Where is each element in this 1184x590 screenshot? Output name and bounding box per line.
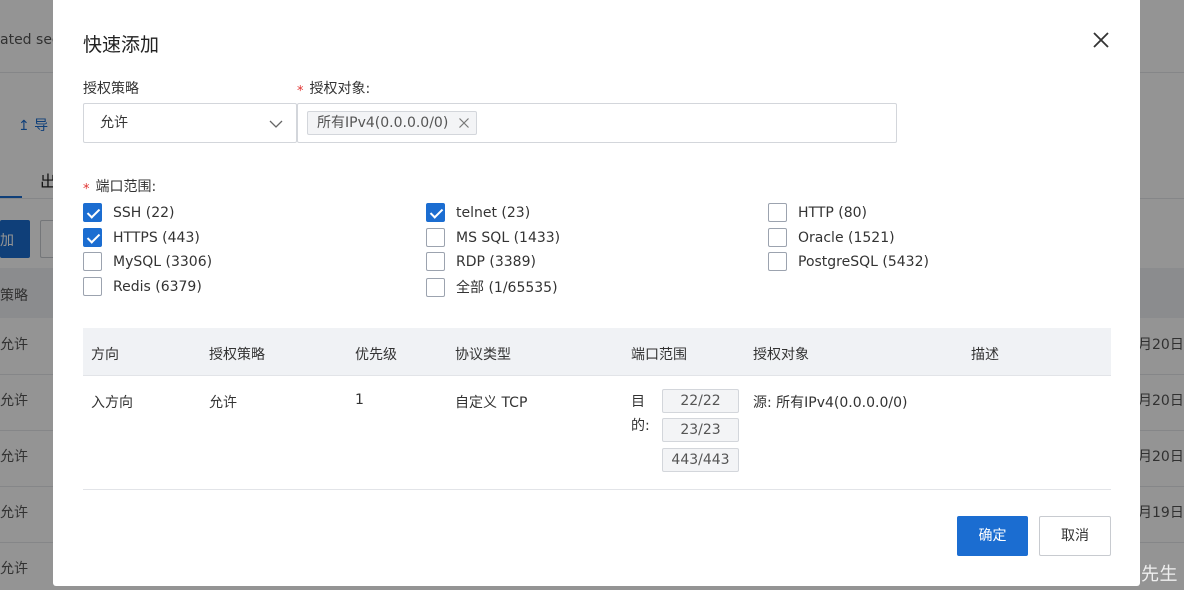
checkbox-box[interactable] xyxy=(768,203,787,222)
col-policy: 授权策略 xyxy=(209,347,265,363)
required-mark: * xyxy=(83,182,90,197)
cell-target: 源: 所有IPv4(0.0.0.0/0) xyxy=(753,395,908,411)
col-port-range: 端口范围 xyxy=(631,347,687,363)
port-checkbox-postgresql[interactable]: PostgreSQL (5432) xyxy=(768,252,929,271)
table-header: 方向 授权策略 优先级 协议类型 端口范围 授权对象 描述 xyxy=(83,328,1111,376)
policy-select-value: 允许 xyxy=(100,115,128,131)
quick-add-dialog: 快速添加 授权策略 * 授权对象: 允许 所有IPv4(0.0.0.0/0) * 端… xyxy=(53,0,1140,586)
port-checkbox-rdp[interactable]: RDP (3389) xyxy=(426,252,536,271)
checkbox-box[interactable] xyxy=(768,228,787,247)
cell-direction: 入方向 xyxy=(91,395,133,411)
checkbox-box[interactable] xyxy=(426,277,445,297)
checkbox-box[interactable] xyxy=(426,252,445,271)
tag-remove-icon[interactable] xyxy=(458,117,470,129)
port-checkbox-telnet[interactable]: telnet (23) xyxy=(426,203,530,222)
port-checkbox-ssh[interactable]: SSH (22) xyxy=(83,203,175,222)
cancel-button[interactable]: 取消 xyxy=(1039,516,1111,556)
col-direction: 方向 xyxy=(91,347,119,363)
close-icon[interactable] xyxy=(1089,28,1113,52)
cell-protocol: 自定义 TCP xyxy=(455,395,528,411)
port-checkbox-redis[interactable]: Redis (6379) xyxy=(83,277,202,296)
cell-priority: 1 xyxy=(355,392,364,408)
checkbox-box[interactable] xyxy=(83,203,102,222)
col-priority: 优先级 xyxy=(355,347,397,363)
dialog-title: 快速添加 xyxy=(83,34,160,56)
port-checkbox-mssql[interactable]: MS SQL (1433) xyxy=(426,228,560,247)
required-mark: * xyxy=(297,84,304,99)
port-checkbox-mysql[interactable]: MySQL (3306) xyxy=(83,252,212,271)
col-protocol: 协议类型 xyxy=(455,347,511,363)
port-range-tag: 23/23 xyxy=(662,418,739,442)
port-checkbox-oracle[interactable]: Oracle (1521) xyxy=(768,228,895,247)
rules-table: 方向 授权策略 优先级 协议类型 端口范围 授权对象 描述 入方向 允许 1 自… xyxy=(83,328,1111,490)
checkbox-box[interactable] xyxy=(83,277,102,296)
col-target: 授权对象 xyxy=(753,347,809,363)
checkbox-box[interactable] xyxy=(426,203,445,222)
checkbox-box[interactable] xyxy=(83,228,102,247)
chevron-down-icon xyxy=(269,120,283,128)
checkbox-box[interactable] xyxy=(426,228,445,247)
checkbox-box[interactable] xyxy=(768,252,787,271)
confirm-button[interactable]: 确定 xyxy=(957,516,1028,556)
policy-label: 授权策略 xyxy=(83,81,139,97)
watermark: CSDN @小池先生 xyxy=(1025,564,1178,585)
port-checkbox-http[interactable]: HTTP (80) xyxy=(768,203,867,222)
checkbox-box[interactable] xyxy=(83,252,102,271)
target-tag-input[interactable]: 所有IPv4(0.0.0.0/0) xyxy=(297,103,897,143)
port-range-tag: 22/22 xyxy=(662,389,739,413)
cell-policy: 允许 xyxy=(209,395,237,411)
port-checkbox-https[interactable]: HTTPS (443) xyxy=(83,228,200,247)
target-label: * 授权对象: xyxy=(297,81,371,99)
target-tag: 所有IPv4(0.0.0.0/0) xyxy=(307,111,478,135)
policy-select[interactable]: 允许 xyxy=(83,103,297,143)
table-row: 入方向 允许 1 自定义 TCP 目的: 22/22 23/23 443/443… xyxy=(83,376,1111,490)
cell-port-prefix: 目的: xyxy=(631,394,650,434)
port-range-label: * 端口范围: xyxy=(83,179,157,197)
port-checkbox-all[interactable]: 全部 (1/65535) xyxy=(426,277,558,297)
col-description: 描述 xyxy=(971,347,999,363)
port-range-tag: 443/443 xyxy=(662,448,739,472)
